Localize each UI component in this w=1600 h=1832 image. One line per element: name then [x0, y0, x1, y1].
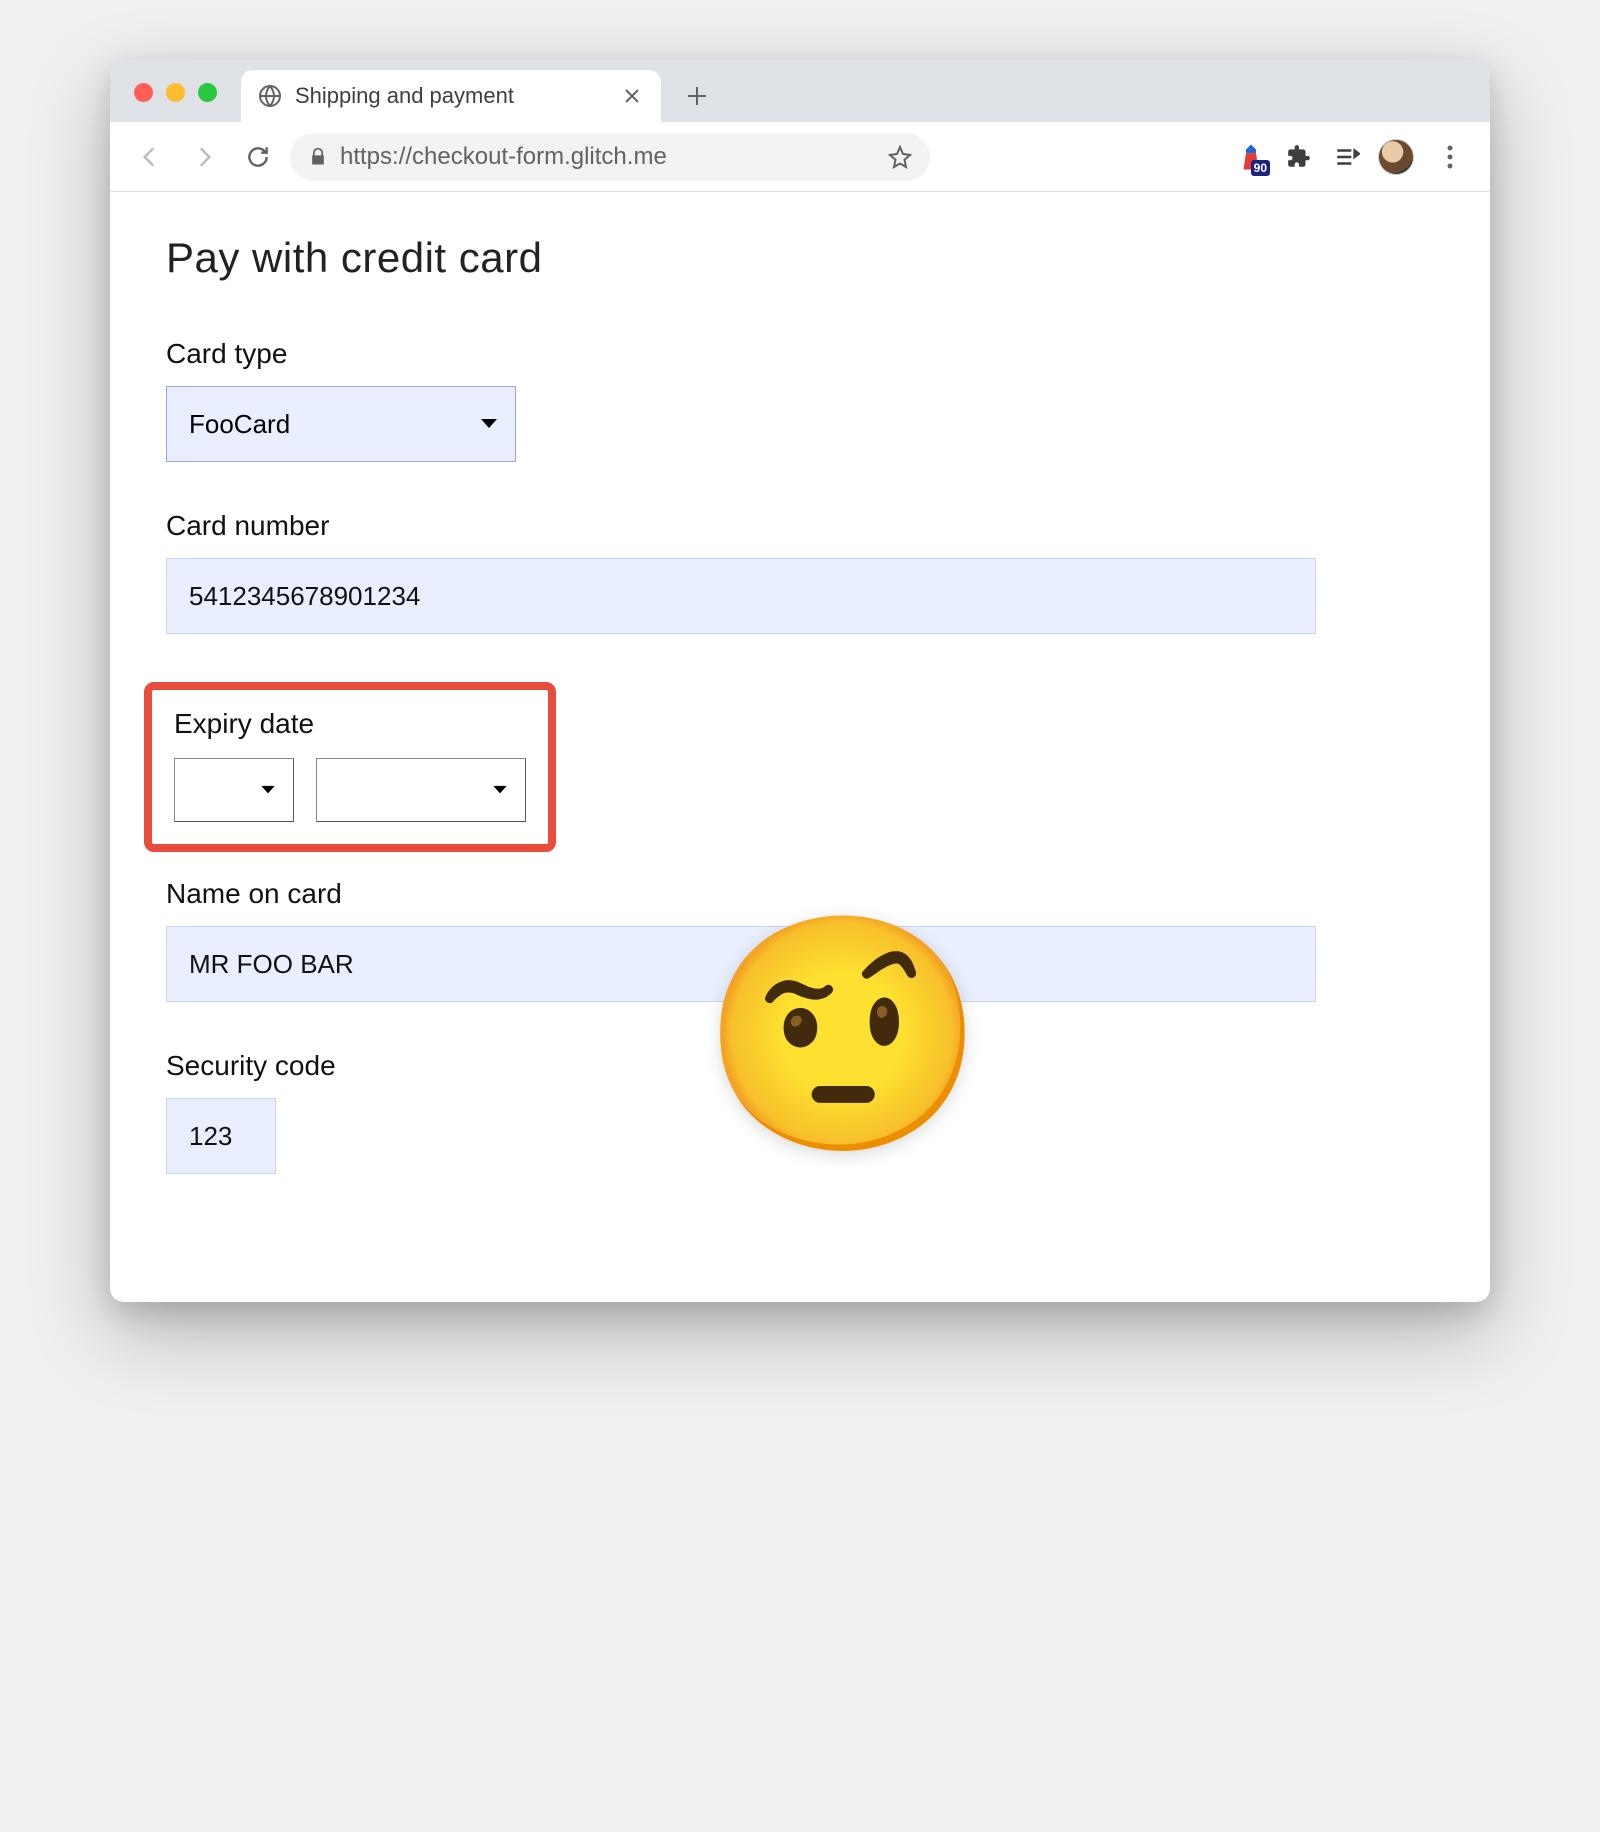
reading-list-icon[interactable]	[1330, 140, 1364, 174]
reload-button[interactable]	[236, 135, 280, 179]
window-controls	[126, 83, 241, 122]
lighthouse-extension-icon[interactable]: 90	[1234, 140, 1268, 174]
maximize-window-button[interactable]	[198, 83, 217, 102]
security-code-value: 123	[189, 1121, 232, 1152]
card-type-value: FooCard	[166, 386, 516, 462]
card-type-label: Card type	[166, 338, 1434, 370]
close-window-button[interactable]	[134, 83, 153, 102]
expiry-year-select[interactable]	[316, 758, 526, 822]
toolbar-right: 90	[1234, 135, 1472, 179]
card-type-field: Card type FooCard	[166, 338, 1434, 462]
forward-button[interactable]	[182, 135, 226, 179]
browser-menu-button[interactable]	[1428, 135, 1472, 179]
expiry-month-value	[174, 758, 294, 822]
expiry-year-value	[316, 758, 526, 822]
globe-icon	[257, 83, 283, 109]
expiry-selects	[174, 758, 526, 822]
lock-icon	[308, 147, 328, 167]
browser-window: Shipping and payment https://checkout-fo…	[110, 60, 1490, 1302]
raised-eyebrow-emoji: 🤨	[700, 920, 986, 1150]
minimize-window-button[interactable]	[166, 83, 185, 102]
security-code-input[interactable]: 123	[166, 1098, 276, 1174]
name-on-card-value: MR FOO BAR	[189, 949, 354, 980]
browser-toolbar: https://checkout-form.glitch.me 90	[110, 122, 1490, 192]
browser-tab[interactable]: Shipping and payment	[241, 70, 661, 122]
profile-avatar[interactable]	[1378, 139, 1414, 175]
card-number-input[interactable]: 5412345678901234	[166, 558, 1316, 634]
card-type-select[interactable]: FooCard	[166, 386, 516, 462]
card-number-value: 5412345678901234	[189, 581, 420, 612]
new-tab-button[interactable]	[675, 74, 719, 118]
tab-title: Shipping and payment	[295, 83, 607, 109]
extension-badge: 90	[1251, 160, 1270, 176]
card-number-label: Card number	[166, 510, 1434, 542]
back-button[interactable]	[128, 135, 172, 179]
extensions-puzzle-icon[interactable]	[1282, 140, 1316, 174]
address-bar[interactable]: https://checkout-form.glitch.me	[290, 133, 930, 181]
url-text: https://checkout-form.glitch.me	[340, 143, 876, 171]
expiry-month-select[interactable]	[174, 758, 294, 822]
card-number-field: Card number 5412345678901234	[166, 510, 1434, 634]
page-title: Pay with credit card	[166, 234, 1434, 282]
bookmark-star-icon[interactable]	[888, 145, 912, 169]
close-tab-icon[interactable]	[619, 87, 645, 105]
expiry-label: Expiry date	[174, 708, 526, 740]
page-content: Pay with credit card Card type FooCard C…	[110, 192, 1490, 1302]
tab-strip: Shipping and payment	[110, 60, 1490, 122]
expiry-highlight-box: Expiry date	[144, 682, 556, 852]
